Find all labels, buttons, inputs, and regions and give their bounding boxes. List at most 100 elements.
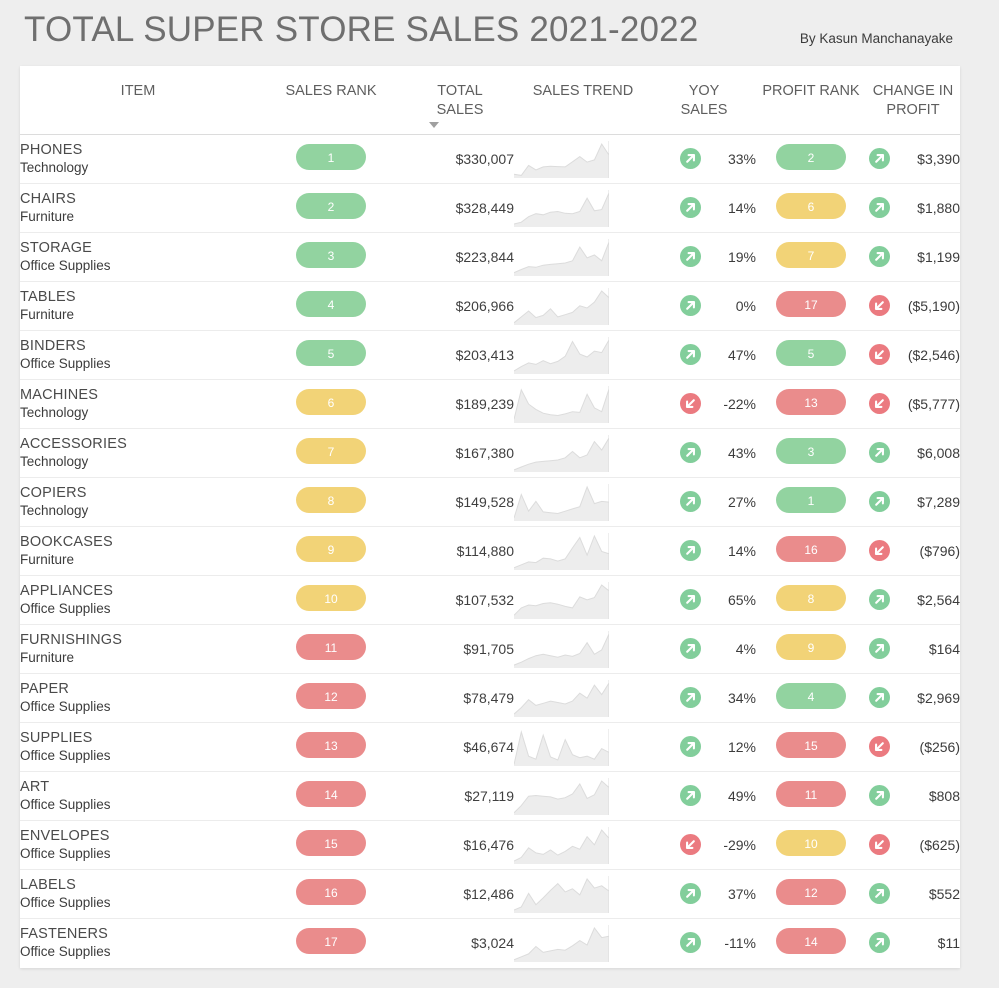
sales-table-card: ITEM SALES RANK TOTAL SALES SALES TREND YOY SA… [20, 66, 960, 968]
arrow-up-right-icon [680, 736, 701, 757]
sort-descending-caret-icon[interactable] [429, 121, 439, 128]
item-name: CHAIRS [20, 190, 76, 207]
column-header-prank[interactable]: PROFIT RANK [756, 66, 866, 135]
table-row[interactable]: FURNISHINGS Furniture 11 $91,705 4% 9 $164 [20, 624, 960, 674]
item-category: Technology [20, 453, 89, 469]
cell-sales-rank: 12 [256, 673, 406, 723]
sales-rank-value: 5 [327, 347, 335, 361]
table-row[interactable]: BINDERS Office Supplies 5 $203,413 47% 5 ($2,5… [20, 330, 960, 380]
profit-rank-value: 11 [804, 788, 818, 802]
dashboard-page: TOTAL SUPER STORE SALES 2021-2022 By Kas… [0, 0, 999, 988]
cell-sales-rank: 2 [256, 183, 406, 233]
table-row[interactable]: PAPER Office Supplies 12 $78,479 34% 4 $2,969 [20, 673, 960, 723]
column-header-line: ITEM [120, 83, 156, 99]
profit-rank-pill: 13 [776, 389, 846, 415]
sales-trend-sparkline [514, 140, 609, 178]
cell-sales-trend [514, 624, 652, 674]
sales-rank-pill: 14 [296, 781, 366, 807]
profit-rank-value: 14 [804, 935, 818, 950]
cell-total-sales: $78,479 [406, 673, 514, 723]
arrow-down-left-icon [869, 344, 890, 365]
cell-profit-rank: 11 [756, 771, 866, 821]
cell-yoy-sales: 4% [652, 624, 756, 674]
change-in-profit-value: $11 [937, 934, 960, 951]
item-category: Furniture [20, 306, 75, 322]
cell-profit-rank: 17 [756, 281, 866, 331]
column-header-change[interactable]: CHANGE IN PROFIT [866, 66, 960, 135]
table-row[interactable]: LABELS Office Supplies 16 $12,486 37% 12 $552 [20, 869, 960, 919]
cell-total-sales: $189,239 [406, 379, 514, 429]
column-header-total[interactable]: TOTAL SALES [406, 66, 514, 135]
yoy-sales-value: -29% [723, 836, 756, 853]
item-category: Technology [20, 159, 89, 175]
yoy-sales-value: 12% [727, 738, 756, 755]
cell-sales-rank: 17 [256, 918, 406, 967]
table-body: PHONES Technology 1 $330,007 33% 2 $3,390 CHAIR… [20, 134, 960, 967]
table-row[interactable]: MACHINES Technology 6 $189,239 -22% 13 ($5,777… [20, 379, 960, 429]
yoy-sales-value: 37% [727, 885, 756, 902]
item-category: Technology [20, 502, 89, 518]
profit-rank-pill: 6 [776, 193, 846, 219]
table-row[interactable]: COPIERS Technology 8 $149,528 27% 1 $7,289 [20, 477, 960, 527]
table-row[interactable]: FASTENERS Office Supplies 17 $3,024 -11% 14 $1… [20, 918, 960, 967]
column-header-item[interactable]: ITEM [20, 66, 256, 135]
change-in-profit-value: $2,564 [917, 591, 960, 608]
cell-sales-trend [514, 183, 652, 233]
table-row[interactable]: BOOKCASES Furniture 9 $114,880 14% 16 ($796) [20, 526, 960, 576]
column-header-label: PROFIT RANK [756, 66, 866, 101]
cell-profit-rank: 13 [756, 379, 866, 429]
profit-rank-value: 13 [804, 396, 818, 410]
cell-sales-trend [514, 281, 652, 331]
profit-rank-value: 10 [804, 837, 818, 851]
cell-profit-rank: 1 [756, 477, 866, 527]
column-header-label: ITEM [20, 66, 256, 101]
profit-rank-pill: 14 [776, 928, 846, 955]
profit-rank-value: 12 [804, 886, 818, 900]
table-row[interactable]: ENVELOPES Office Supplies 15 $16,476 -29% 10 (… [20, 820, 960, 870]
item-name: ENVELOPES [20, 827, 110, 844]
cell-change-in-profit: ($796) [866, 526, 960, 576]
cell-profit-rank: 2 [756, 134, 866, 184]
cell-profit-rank: 10 [756, 820, 866, 870]
table-row[interactable]: TABLES Furniture 4 $206,966 0% 17 ($5,190) [20, 281, 960, 331]
arrow-down-left-icon [680, 393, 701, 414]
yoy-sales-value: 0% [735, 297, 756, 314]
table-row[interactable]: ACCESSORIES Technology 7 $167,380 43% 3 $6,008 [20, 428, 960, 478]
sales-trend-sparkline [514, 679, 609, 717]
profit-rank-pill: 11 [776, 781, 846, 807]
table-row[interactable]: SUPPLIES Office Supplies 13 $46,674 12% 15 ($2… [20, 722, 960, 772]
yoy-sales-value: 14% [727, 542, 756, 559]
item-name: BINDERS [20, 337, 86, 354]
column-header-yoy[interactable]: YOY SALES [652, 66, 756, 135]
arrow-up-right-icon [869, 687, 890, 708]
cell-profit-rank: 8 [756, 575, 866, 625]
table-row[interactable]: CHAIRS Furniture 2 $328,449 14% 6 $1,880 [20, 183, 960, 233]
sales-table: ITEM SALES RANK TOTAL SALES SALES TREND YOY SA… [20, 66, 960, 967]
column-header-trend[interactable]: SALES TREND [514, 66, 652, 135]
cell-total-sales: $330,007 [406, 134, 514, 184]
sales-rank-pill: 13 [296, 732, 366, 758]
sales-trend-sparkline [514, 728, 609, 766]
sales-trend-sparkline [514, 875, 609, 913]
column-header-line: SALES RANK [285, 83, 377, 99]
cell-yoy-sales: 27% [652, 477, 756, 527]
sales-trend-sparkline [514, 189, 609, 227]
cell-sales-trend [514, 134, 652, 184]
change-in-profit-value: $2,969 [917, 689, 960, 706]
table-row[interactable]: STORAGE Office Supplies 3 $223,844 19% 7 $1,19… [20, 232, 960, 282]
sales-rank-pill: 16 [296, 879, 366, 905]
profit-rank-value: 15 [804, 739, 818, 753]
sales-trend-sparkline [514, 287, 609, 325]
column-header-line: SALES TREND [532, 83, 634, 99]
cell-item: MACHINES Technology [20, 379, 256, 429]
column-header-rank[interactable]: SALES RANK [256, 66, 406, 135]
cell-total-sales: $27,119 [406, 771, 514, 821]
cell-change-in-profit: $6,008 [866, 428, 960, 478]
table-row[interactable]: APPLIANCES Office Supplies 10 $107,532 65% 8 $… [20, 575, 960, 625]
cell-change-in-profit: ($256) [866, 722, 960, 772]
table-row[interactable]: ART Office Supplies 14 $27,119 49% 11 $808 [20, 771, 960, 821]
item-name: PAPER [20, 680, 70, 697]
cell-yoy-sales: 14% [652, 526, 756, 576]
table-row[interactable]: PHONES Technology 1 $330,007 33% 2 $3,390 [20, 134, 960, 184]
arrow-down-left-icon [869, 295, 890, 316]
